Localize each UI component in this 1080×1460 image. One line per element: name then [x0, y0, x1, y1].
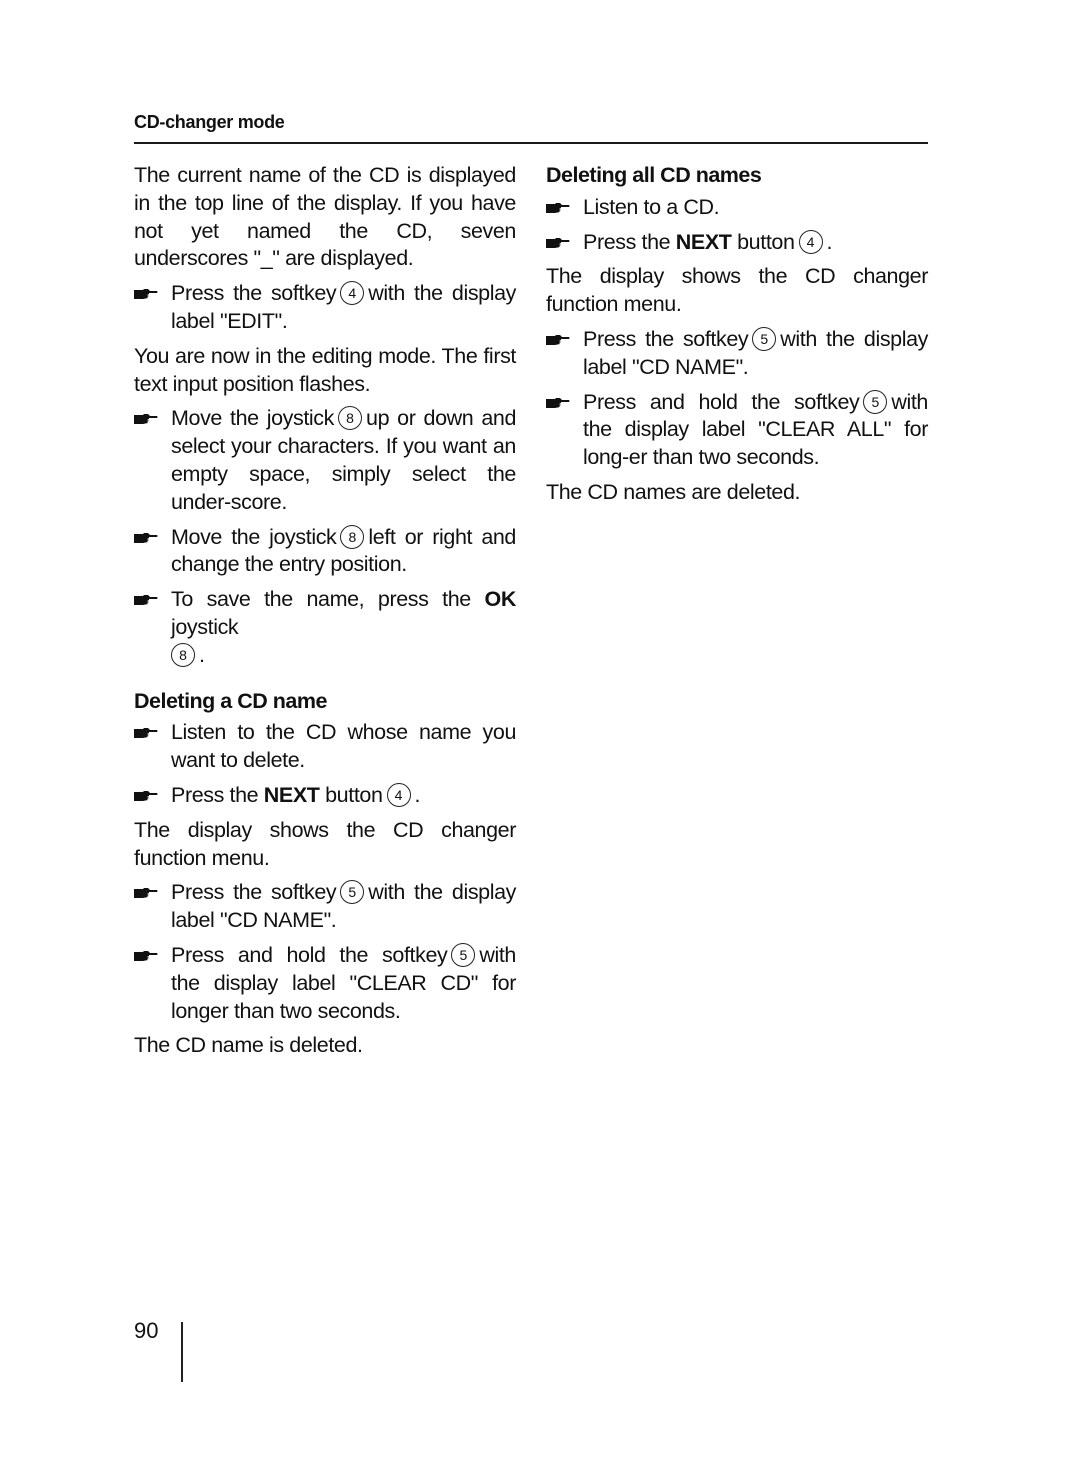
pointing-hand-icon	[134, 288, 158, 300]
instruction-step: Press and hold the softkey 5 with the disp…	[546, 389, 928, 472]
pointing-hand-icon	[134, 887, 158, 899]
instruction-step: Move the joystick 8 left or right and chan…	[134, 524, 516, 580]
pointing-hand-icon	[134, 790, 158, 802]
callout-number: 8	[171, 642, 195, 667]
left-column: The current name of the CD is displayed …	[134, 162, 516, 1067]
instruction-step: Press the softkey 5 with the display label…	[546, 326, 928, 382]
callout-number: 8	[338, 406, 363, 431]
right-column: Deleting all CD names Listen to a CD. Pr…	[546, 162, 928, 514]
pointing-hand-icon	[546, 237, 570, 249]
callout-number: 4	[798, 229, 823, 254]
footer-divider	[181, 1322, 183, 1382]
callout-number: 4	[386, 782, 411, 807]
instruction-step: Move the joystick 8 up or down and select …	[134, 405, 516, 516]
menu-note: The display shows the CD changer functio…	[134, 817, 516, 870]
pointing-hand-icon	[134, 594, 158, 606]
instruction-step: Press the NEXT button 4.	[134, 782, 516, 810]
instruction-step: Press and hold the softkey 5 with the disp…	[134, 942, 516, 1025]
page-header: CD-changer mode	[134, 112, 928, 144]
instruction-step: Press the NEXT button 4.	[546, 229, 928, 257]
intro-paragraph: The current name of the CD is displayed …	[134, 163, 516, 271]
pointing-hand-icon	[134, 413, 158, 425]
callout-number: 4	[340, 281, 365, 306]
callout-number: 5	[863, 389, 888, 414]
next-label: NEXT	[675, 229, 732, 254]
instruction-step: Press the softkey 5 with the display label…	[134, 879, 516, 935]
section-header-title: CD-changer mode	[134, 112, 285, 132]
callout-number: 8	[340, 524, 365, 549]
pointing-hand-icon	[134, 950, 158, 962]
section-heading: Deleting all CD names	[546, 163, 762, 187]
section-heading: Deleting a CD name	[134, 688, 327, 713]
edit-mode-note: You are now in the editing mode. The fir…	[134, 343, 516, 396]
menu-note: The display shows the CD changer functio…	[546, 264, 928, 317]
pointing-hand-icon	[546, 397, 570, 409]
instruction-step: Press the softkey 4 with the display label…	[134, 280, 516, 336]
next-label: NEXT	[263, 782, 320, 807]
callout-number: 5	[451, 942, 476, 967]
result-text: The CD names are deleted.	[546, 479, 801, 504]
pointing-hand-icon	[546, 202, 570, 214]
header-rule	[134, 142, 928, 144]
pointing-hand-icon	[134, 727, 158, 739]
instruction-step: To save the name, press the OK joystick 8…	[134, 586, 516, 669]
pointing-hand-icon	[546, 334, 570, 346]
pointing-hand-icon	[134, 532, 158, 544]
callout-number: 5	[752, 326, 777, 351]
instruction-step: Listen to a CD.	[546, 194, 928, 222]
ok-label: OK	[484, 587, 517, 612]
page-number: 90	[134, 1318, 159, 1343]
instruction-step: Listen to the CD whose name you want to …	[134, 719, 516, 775]
callout-number: 5	[340, 880, 365, 905]
result-text: The CD name is deleted.	[134, 1033, 363, 1058]
